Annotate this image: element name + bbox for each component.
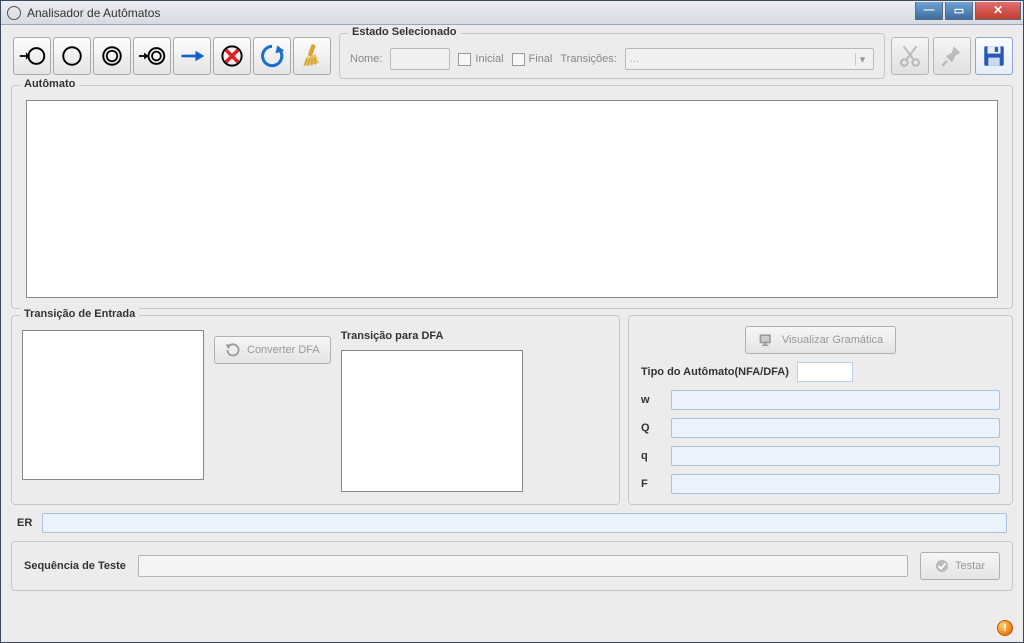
lower-row: Transição de Entrada Converter DFA Trans… — [11, 315, 1013, 505]
minimize-button[interactable]: — — [915, 2, 943, 20]
check-icon — [935, 559, 949, 573]
transitions-label: Transições: — [560, 53, 616, 65]
tool-transition[interactable] — [173, 37, 211, 75]
test-label: Testar — [955, 560, 985, 572]
pin-icon — [939, 43, 965, 69]
top-row: Estado Selecionado Nome: Inicial Final T… — [11, 33, 1013, 79]
visualize-grammar-label: Visualizar Gramática — [782, 334, 883, 346]
val-F — [671, 474, 1000, 494]
status-indicator: ! — [997, 620, 1013, 636]
final-checkbox-wrap[interactable]: Final — [512, 53, 553, 66]
delete-icon — [218, 42, 246, 70]
transition-icon — [178, 42, 206, 70]
name-input[interactable] — [390, 48, 450, 70]
convert-dfa-button[interactable]: Converter DFA — [214, 336, 331, 364]
state-icon — [58, 42, 86, 70]
convert-icon — [225, 342, 241, 358]
transition-in-column — [22, 330, 204, 494]
test-button[interactable]: Testar — [920, 552, 1000, 580]
tool-accept-state[interactable] — [93, 37, 131, 75]
convert-column: Converter DFA — [214, 330, 331, 494]
val-Q — [671, 418, 1000, 438]
selected-state-panel: Estado Selecionado Nome: Inicial Final T… — [339, 33, 885, 79]
sequence-input[interactable] — [138, 555, 908, 577]
window-controls: — ▭ ✕ — [913, 2, 1021, 22]
right-toolbar — [891, 33, 1013, 79]
automaton-canvas[interactable] — [26, 100, 998, 298]
key-q: q — [641, 450, 661, 462]
chevron-down-icon: ▾ — [855, 53, 869, 66]
automaton-type-label: Tipo do Autômato(NFA/DFA) — [641, 366, 789, 378]
val-q — [671, 446, 1000, 466]
transition-in-list[interactable] — [22, 330, 204, 480]
transitions-selected: ... — [630, 53, 639, 65]
cut-icon — [897, 43, 923, 69]
tool-refresh[interactable] — [253, 37, 291, 75]
state-accept-icon — [98, 42, 126, 70]
titlebar: Analisador de Autômatos — ▭ ✕ — [1, 1, 1023, 25]
grammar-icon — [758, 332, 774, 348]
row-q: q — [641, 446, 1000, 466]
name-label: Nome: — [350, 53, 382, 65]
save-button[interactable] — [975, 37, 1013, 75]
sequence-panel: Sequência de Teste Testar — [11, 541, 1013, 591]
app-window: Analisador de Autômatos — ▭ ✕ — [0, 0, 1024, 643]
transition-dfa-list[interactable] — [341, 350, 523, 492]
content-area: Estado Selecionado Nome: Inicial Final T… — [1, 25, 1023, 642]
er-label: ER — [17, 517, 32, 529]
transition-in-legend: Transição de Entrada — [20, 308, 139, 320]
row-Q: Q — [641, 418, 1000, 438]
val-w — [671, 390, 1000, 410]
close-button[interactable]: ✕ — [975, 2, 1021, 20]
sequence-label: Sequência de Teste — [24, 560, 126, 572]
tool-initial-state[interactable] — [13, 37, 51, 75]
automaton-legend: Autômato — [20, 78, 79, 90]
transitions-combo[interactable]: ... ▾ — [625, 48, 874, 70]
window-title: Analisador de Autômatos — [27, 6, 913, 20]
final-label: Final — [529, 53, 553, 65]
tool-delete[interactable] — [213, 37, 251, 75]
tool-initial-accept-state[interactable] — [133, 37, 171, 75]
key-Q: Q — [641, 422, 661, 434]
info-panel: Visualizar Gramática Tipo do Autômato(NF… — [628, 315, 1013, 505]
row-w: w — [641, 390, 1000, 410]
refresh-icon — [258, 42, 286, 70]
convert-dfa-label: Converter DFA — [247, 344, 320, 356]
automaton-type-row: Tipo do Autômato(NFA/DFA) — [641, 362, 1000, 382]
cut-button[interactable] — [891, 37, 929, 75]
initial-label: Inicial — [475, 53, 503, 65]
er-value — [42, 513, 1007, 533]
app-icon — [7, 6, 21, 20]
maximize-button[interactable]: ▭ — [945, 2, 973, 20]
main-toolbar — [11, 33, 333, 79]
er-row: ER — [11, 511, 1013, 535]
pin-button[interactable] — [933, 37, 971, 75]
clear-icon — [298, 42, 326, 70]
key-F: F — [641, 478, 661, 490]
initial-checkbox-wrap[interactable]: Inicial — [458, 53, 503, 66]
key-w: w — [641, 394, 661, 406]
state-initial-icon — [18, 42, 46, 70]
final-checkbox[interactable] — [512, 53, 525, 66]
state-panel-legend: Estado Selecionado — [348, 26, 461, 38]
transition-panels: Transição de Entrada Converter DFA Trans… — [11, 315, 620, 505]
transition-dfa-legend: Transição para DFA — [341, 330, 523, 342]
transition-dfa-column: Transição para DFA — [341, 330, 523, 494]
row-F: F — [641, 474, 1000, 494]
initial-checkbox[interactable] — [458, 53, 471, 66]
tool-clear[interactable] — [293, 37, 331, 75]
automaton-type-value — [797, 362, 853, 382]
save-icon — [981, 43, 1007, 69]
state-initial-accept-icon — [138, 42, 166, 70]
tool-state[interactable] — [53, 37, 91, 75]
automaton-panel: Autômato — [11, 85, 1013, 309]
visualize-grammar-button[interactable]: Visualizar Gramática — [745, 326, 896, 354]
